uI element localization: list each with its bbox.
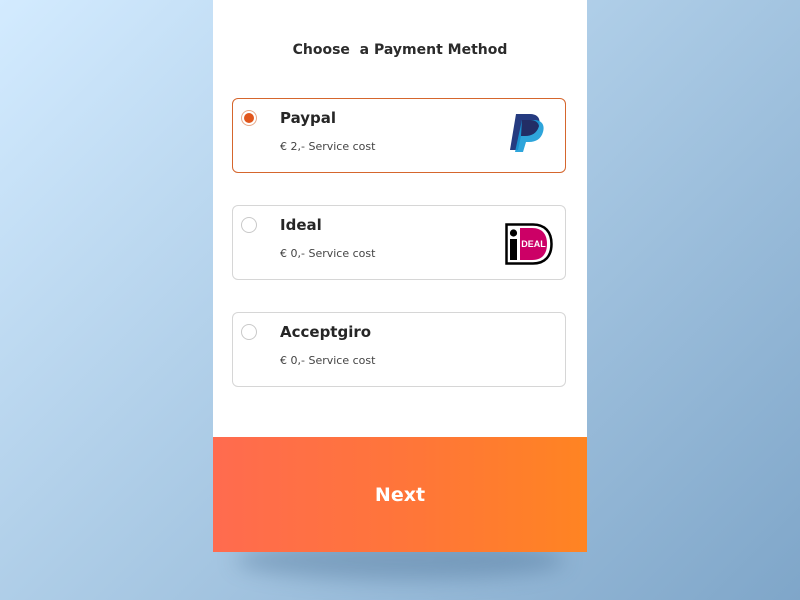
service-cost: € 2,- Service cost bbox=[280, 140, 376, 153]
payment-option-paypal[interactable]: Paypal € 2,- Service cost bbox=[232, 98, 566, 173]
paypal-logo-icon bbox=[510, 114, 544, 152]
ideal-logo-icon: DEAL bbox=[505, 223, 553, 265]
radio-button-acceptgiro[interactable] bbox=[241, 324, 257, 340]
radio-button-ideal[interactable] bbox=[241, 217, 257, 233]
payment-card: Choose a Payment Method Paypal € 2,- Ser… bbox=[213, 0, 587, 552]
next-button[interactable]: Next bbox=[213, 437, 587, 552]
radio-button-paypal[interactable] bbox=[241, 110, 257, 126]
payment-option-ideal[interactable]: Ideal € 0,- Service cost DEAL bbox=[232, 205, 566, 280]
service-cost: € 0,- Service cost bbox=[280, 354, 376, 367]
payment-option-acceptgiro[interactable]: Acceptgiro € 0,- Service cost bbox=[232, 312, 566, 387]
service-cost: € 0,- Service cost bbox=[280, 247, 376, 260]
option-name: Paypal bbox=[280, 109, 337, 127]
ideal-logo-text: DEAL bbox=[521, 239, 546, 249]
option-name: Ideal bbox=[280, 216, 322, 234]
option-name: Acceptgiro bbox=[280, 323, 372, 341]
page-title: Choose a Payment Method bbox=[292, 42, 508, 58]
